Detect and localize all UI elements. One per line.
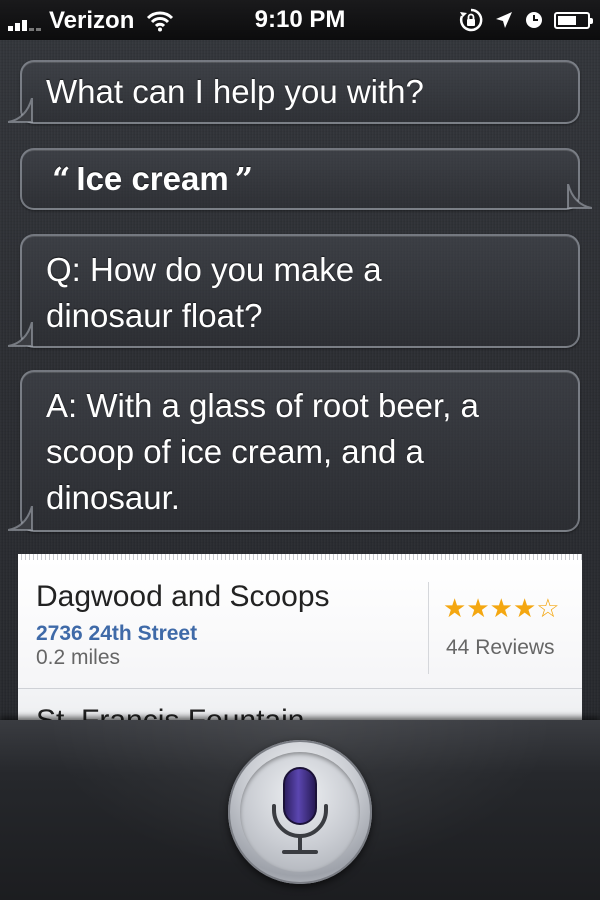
microphone-icon <box>272 767 328 854</box>
result-distance: 0.2 miles <box>36 646 121 669</box>
bubble-tail <box>8 322 33 347</box>
star-filled-icon: ★ <box>443 594 467 624</box>
status-bar: Verizon 9:10 PM <box>0 0 600 40</box>
quote-open: “ <box>52 160 71 198</box>
siri-screen: Verizon 9:10 PM What can I help you with… <box>0 0 600 900</box>
bubble-tail <box>8 98 33 123</box>
alarm-clock-icon <box>526 12 542 28</box>
answer-question-line: dinosaur float? <box>46 297 263 334</box>
result-name: Dagwood and Scoops <box>36 580 330 613</box>
result-divider <box>428 582 429 674</box>
mic-button[interactable] <box>228 740 372 884</box>
status-icons <box>448 7 593 33</box>
quote-close: ” <box>234 160 254 198</box>
answer-question-bubble: Q: How do you make a dinosaur float? <box>8 234 580 348</box>
local-results-card: Dagwood and Scoops 2736 24th Street 0.2 … <box>18 554 582 724</box>
battery-icon <box>554 11 593 29</box>
answer-response-line: A: With a glass of root beer, a <box>46 387 479 424</box>
answer-question-line: Q: How do you make a <box>46 251 382 288</box>
star-empty-icon: ☆ <box>536 594 560 624</box>
star-filled-icon: ★ <box>489 594 513 624</box>
siri-prompt-bubble: What can I help you with? <box>8 60 580 124</box>
bubble-tail <box>8 506 33 531</box>
user-query-bubble[interactable]: “Ice cream” <box>20 148 592 210</box>
location-arrow-icon <box>496 12 512 28</box>
result-row[interactable]: Dagwood and Scoops 2736 24th Street 0.2 … <box>18 560 582 689</box>
user-query-text: Ice cream <box>76 160 229 197</box>
answer-response-line: scoop of ice cream, and a <box>46 433 424 470</box>
siri-bottom-bar <box>0 720 600 900</box>
result-reviews: 44 Reviews <box>446 636 555 659</box>
bubble-tail <box>567 184 592 209</box>
result-address-link[interactable]: 2736 24th Street <box>36 622 197 646</box>
rating-stars: ★★★★☆ <box>443 594 560 624</box>
answer-response-bubble: A: With a glass of root beer, a scoop of… <box>8 370 580 532</box>
siri-prompt-text: What can I help you with? <box>46 73 424 110</box>
star-filled-icon: ★ <box>512 594 537 624</box>
star-filled-icon: ★ <box>466 594 490 624</box>
rotation-lock-icon <box>459 8 483 32</box>
answer-response-line: dinosaur. <box>46 479 180 516</box>
